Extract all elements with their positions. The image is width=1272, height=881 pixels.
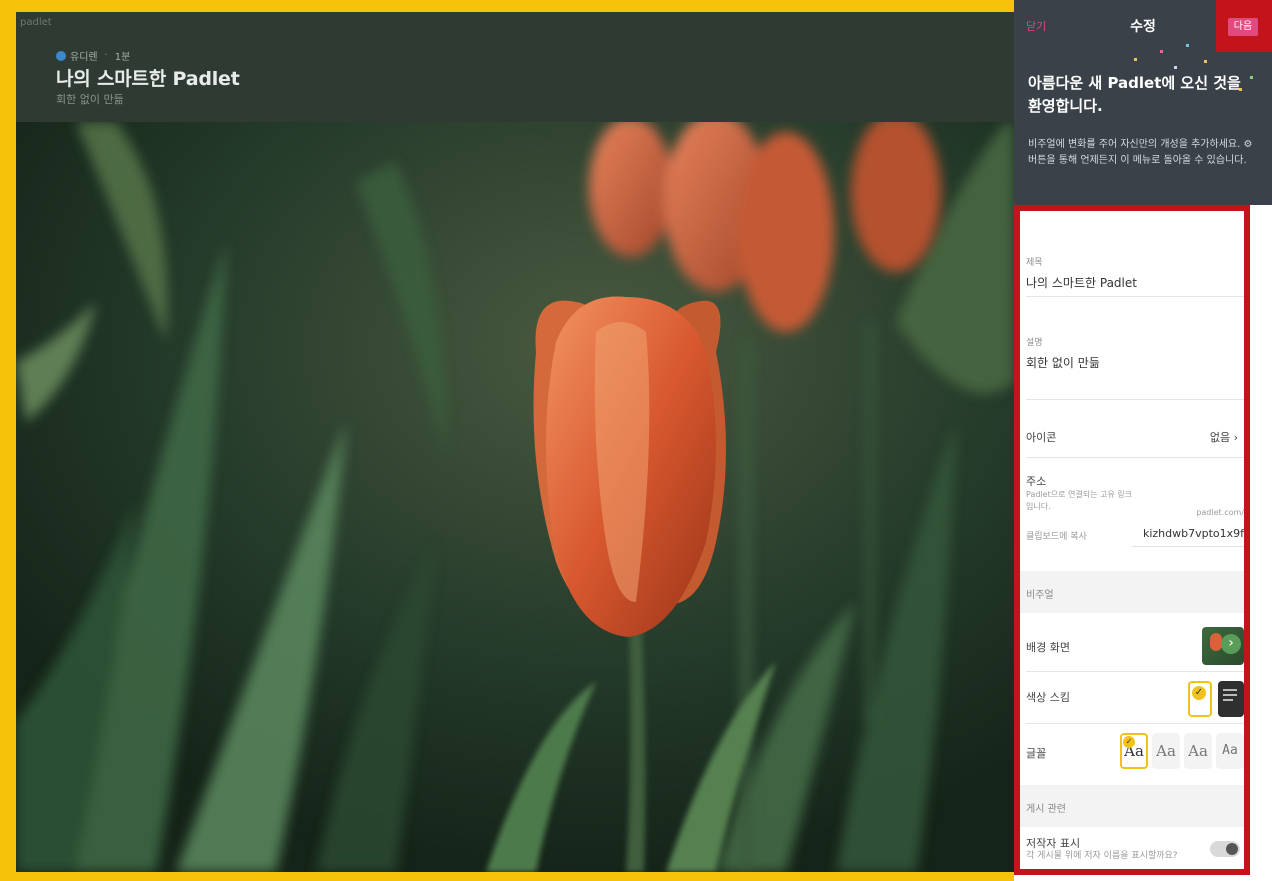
check-icon: ✓ xyxy=(1192,686,1206,700)
address-slug-input[interactable]: kizhdwb7vpto1x9f xyxy=(1132,527,1244,547)
description-field[interactable]: 설명 회한 없이 만듦 xyxy=(1026,335,1244,371)
address-label: 주소 xyxy=(1026,475,1047,488)
address-domain: padlet.com/ xyxy=(1196,508,1244,517)
color-scheme-light-option[interactable]: ✓ xyxy=(1188,681,1212,717)
settings-highlight-box: 제목 나의 스마트한 Padlet 설명 회한 없이 만듦 아이콘 없음 › 주… xyxy=(1014,205,1250,875)
next-button-highlight: 다음 xyxy=(1216,0,1272,52)
title-field[interactable]: 제목 나의 스마트한 Padlet xyxy=(1026,255,1244,291)
wallpaper-thumbnail[interactable]: › xyxy=(1202,627,1244,665)
board-header: padlet 유디렌 · 1분 나의 스마트한 Padlet 회한 없이 만듦 xyxy=(16,12,1014,122)
attribution-label: 저작자 표시 xyxy=(1026,837,1081,850)
welcome-body: 비주얼에 변화를 주어 자신만의 개성을 추가하세요. ⚙ 버튼을 통해 언제든… xyxy=(1028,139,1253,166)
dark-scheme-line xyxy=(1223,694,1237,696)
divider xyxy=(1026,457,1244,458)
font-option[interactable]: Aa xyxy=(1184,733,1212,769)
padlet-board: padlet 유디렌 · 1분 나의 스마트한 Padlet 회한 없이 만듦 xyxy=(16,12,1014,872)
title-field-value[interactable]: 나의 스마트한 Padlet xyxy=(1026,274,1244,291)
welcome-title: 아름다운 새 Padlet에 오신 것을 환영합니다. xyxy=(1028,74,1241,115)
title-field-label: 제목 xyxy=(1026,258,1043,268)
wallpaper-label: 배경 화면 xyxy=(1026,641,1070,654)
next-button[interactable]: 다음 xyxy=(1228,18,1258,36)
icon-row-label: 아이콘 xyxy=(1026,431,1057,444)
visual-section-header: 비주얼 xyxy=(1020,571,1244,613)
color-scheme-label: 색상 스킴 xyxy=(1026,691,1070,704)
settings-form: 제목 나의 스마트한 Padlet 설명 회한 없이 만듦 아이콘 없음 › 주… xyxy=(1014,205,1272,881)
padlet-logo[interactable]: padlet xyxy=(20,17,52,28)
divider xyxy=(1026,671,1244,672)
avatar xyxy=(56,50,66,61)
welcome-banner: 닫기 수정 다음 아름다운 새 Padlet에 오신 것을 환영합니다. 비주얼… xyxy=(1014,0,1272,205)
author-name: 유디렌 xyxy=(70,52,98,63)
confetti-decoration xyxy=(1204,60,1207,63)
description-field-label: 설명 xyxy=(1026,338,1043,348)
settings-panel: 닫기 수정 다음 아름다운 새 Padlet에 오신 것을 환영합니다. 비주얼… xyxy=(1014,0,1272,881)
divider xyxy=(1026,296,1244,297)
wallpaper-tulip-image xyxy=(16,122,1014,872)
font-option[interactable]: Aa xyxy=(1216,733,1244,769)
confetti-decoration xyxy=(1174,66,1177,69)
dark-scheme-line xyxy=(1223,689,1237,691)
board-subtitle: 회한 없이 만듦 xyxy=(56,93,124,106)
check-icon: ✓ xyxy=(1123,736,1135,748)
copy-to-clipboard-link[interactable]: 클립보드에 복사 xyxy=(1026,531,1087,543)
attribution-toggle[interactable] xyxy=(1210,841,1240,857)
divider xyxy=(1026,399,1244,400)
posting-section-header: 게시 관련 xyxy=(1020,785,1244,827)
posting-section-label: 게시 관련 xyxy=(1026,804,1066,815)
font-option[interactable]: Aa xyxy=(1152,733,1180,769)
board-title: 나의 스마트한 Padlet xyxy=(56,68,240,90)
color-scheme-dark-option[interactable] xyxy=(1218,681,1244,717)
confetti-decoration xyxy=(1160,50,1163,53)
address-help: Padlet으로 연결되는 고유 링크입니다. xyxy=(1026,490,1132,511)
board-meta: 유디렌 · 1분 xyxy=(56,48,130,63)
chevron-right-icon: › xyxy=(1221,634,1241,654)
dark-scheme-line xyxy=(1223,699,1233,701)
font-label: 글꼴 xyxy=(1026,747,1047,760)
meta-separator: · xyxy=(104,50,108,61)
description-field-value[interactable]: 회한 없이 만듦 xyxy=(1026,354,1244,371)
confetti-decoration xyxy=(1186,44,1189,47)
confetti-decoration xyxy=(1134,58,1137,61)
visual-section-label: 비주얼 xyxy=(1026,590,1054,601)
icon-row-value[interactable]: 없음 › xyxy=(1210,429,1238,445)
attribution-help: 각 게시물 위에 저자 이름을 표시할까요? xyxy=(1026,851,1178,861)
divider xyxy=(1026,723,1244,724)
board-time: 1분 xyxy=(114,52,131,63)
